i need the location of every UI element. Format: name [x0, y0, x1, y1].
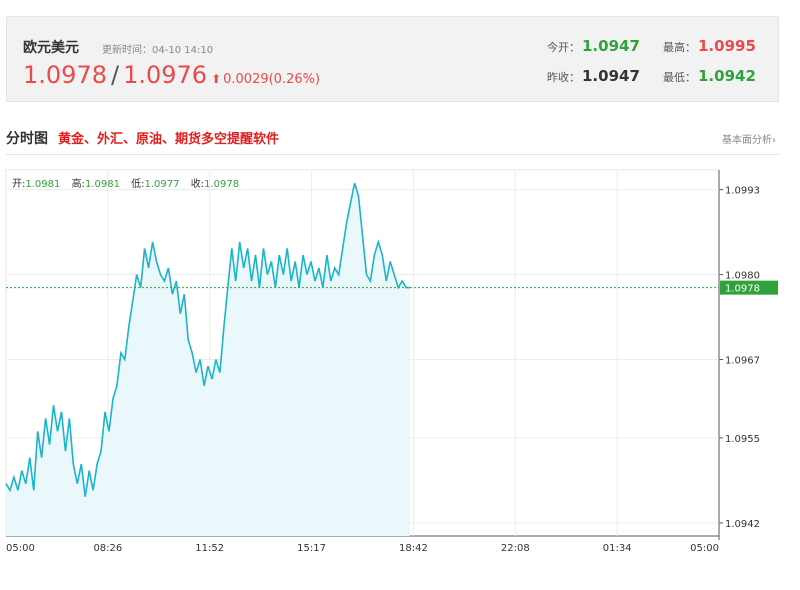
- intraday-chart: 05:00 08:26 11:52 15:17 18:42 22:08 01:34 05:00…: [5, 169, 778, 554]
- x-tick-label: 01:34: [603, 543, 632, 554]
- open-value: 1.0947: [582, 37, 640, 55]
- high-label: 最高：: [663, 41, 696, 54]
- y-tick-label: 1.0942: [725, 519, 760, 530]
- ohlc-open-label: 开:: [12, 179, 26, 190]
- current-price-label: 1.0978: [725, 284, 760, 295]
- high-stat: 最高： 1.0995: [663, 37, 756, 55]
- bid-price: 1.0978: [23, 61, 107, 89]
- low-value: 1.0942: [698, 67, 756, 85]
- ohlc-low-value: 1.0977: [144, 179, 180, 190]
- ohlc-high-label: 高:: [71, 179, 85, 190]
- low-label: 最低：: [663, 71, 696, 84]
- ohlc-close-value: 1.0978: [204, 179, 240, 190]
- open-stat: 今开： 1.0947: [547, 37, 640, 55]
- fundamental-analysis-link[interactable]: 基本面分析›: [722, 131, 776, 146]
- x-tick-label: 15:17: [297, 543, 326, 554]
- price-separator: /: [110, 61, 120, 89]
- x-tick-label: 05:00: [6, 543, 35, 554]
- x-tick-label: 18:42: [399, 543, 428, 554]
- update-time: 更新时间：04-10 14:10: [102, 45, 214, 56]
- open-label: 今开：: [547, 41, 580, 54]
- x-tick-label: 22:08: [501, 543, 530, 554]
- instrument-name: 欧元美元: [23, 40, 79, 56]
- ad-link[interactable]: 黄金、外汇、原油、期货多空提醒软件: [58, 128, 279, 147]
- ask-price: 1.0976: [123, 61, 208, 89]
- y-tick-label: 1.0980: [725, 271, 760, 282]
- ohlc-high-value: 1.0981: [84, 179, 120, 190]
- ohlc-readout: 开:1.0981 高:1.0981 低:1.0977 收:1.0978: [12, 175, 247, 190]
- x-tick-label: 11:52: [195, 543, 224, 554]
- prev-close-value: 1.0947: [582, 67, 640, 85]
- x-tick-label: 08:26: [93, 543, 122, 554]
- ohlc-open-value: 1.0981: [25, 179, 61, 190]
- price-change: 0.0029(0.26%): [223, 72, 321, 87]
- ohlc-low-label: 低:: [131, 179, 145, 190]
- section-divider: [6, 154, 779, 155]
- up-arrow-icon: ⬆: [211, 72, 222, 86]
- y-tick-label: 1.0955: [725, 434, 760, 445]
- ohlc-close-label: 收:: [190, 179, 205, 190]
- section-title: 分时图: [6, 131, 48, 147]
- prev-close-label: 昨收：: [547, 71, 580, 84]
- prev-close-stat: 昨收： 1.0947: [547, 67, 640, 85]
- y-tick-label: 1.0993: [725, 186, 760, 197]
- quote-panel: 欧元美元 更新时间：04-10 14:10 1.0978/1.0976 ⬆ 0.00…: [6, 16, 779, 102]
- x-tick-label: 05:00: [690, 543, 719, 554]
- price-line: 1.0978/1.0976 ⬆ 0.0029(0.26%): [23, 61, 320, 89]
- high-value: 1.0995: [698, 37, 756, 55]
- low-stat: 最低： 1.0942: [663, 67, 756, 85]
- y-tick-label: 1.0967: [725, 356, 760, 367]
